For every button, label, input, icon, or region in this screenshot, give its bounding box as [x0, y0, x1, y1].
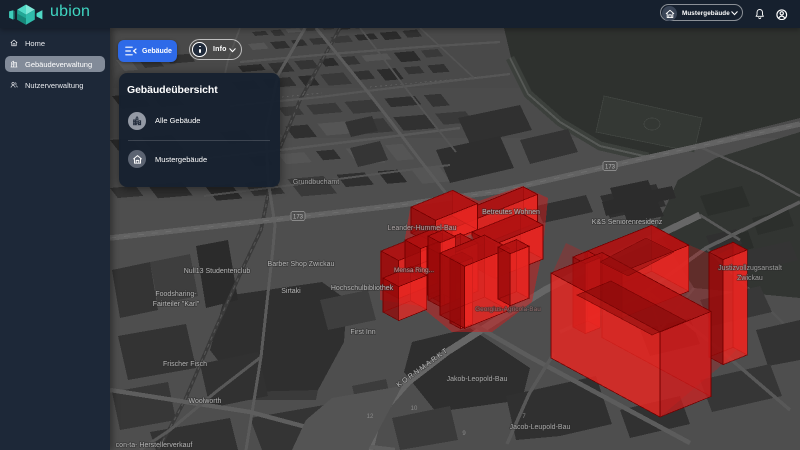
svg-text:Leander-Hummel-Bau: Leander-Hummel-Bau	[388, 225, 457, 232]
svg-text:Hochschulbibliothek: Hochschulbibliothek	[331, 285, 394, 292]
svg-text:Frischer Fisch: Frischer Fisch	[163, 361, 207, 368]
svg-text:173: 173	[605, 165, 616, 171]
svg-text:Jacob-Leupold-Bau: Jacob-Leupold-Bau	[510, 424, 571, 431]
svg-text:Barber Shop Zwickau: Barber Shop Zwickau	[268, 261, 335, 268]
svg-text:Jakob-Leopold-Bau: Jakob-Leopold-Bau	[447, 376, 508, 383]
svg-text:10: 10	[411, 406, 418, 412]
svg-text:Sirtaki: Sirtaki	[281, 288, 301, 295]
svg-text:Georgius-Agricola-Bau: Georgius-Agricola-Bau	[475, 306, 541, 313]
svg-text:12: 12	[367, 414, 374, 420]
svg-text:First Inn: First Inn	[350, 329, 375, 336]
svg-text:Woolworth: Woolworth	[189, 398, 222, 405]
svg-text:Betreutes Wohnen: Betreutes Wohnen	[482, 209, 540, 216]
svg-text:Foodsharing-: Foodsharing-	[155, 291, 197, 298]
svg-text:Justizvollzugsanstalt: Justizvollzugsanstalt	[718, 265, 782, 272]
svg-text:Null13 Studentenclub: Null13 Studentenclub	[184, 268, 251, 275]
svg-text:Zwickau: Zwickau	[737, 275, 763, 282]
svg-text:173: 173	[293, 215, 304, 221]
svg-text:con-ta- Herstellerverkauf: con-ta- Herstellerverkauf	[116, 442, 193, 449]
svg-text:Fairteiler "Karl": Fairteiler "Karl"	[153, 301, 200, 308]
svg-text:Grundbuchamt: Grundbuchamt	[293, 179, 339, 186]
svg-text:Mensa Ring...: Mensa Ring...	[394, 267, 434, 274]
svg-text:K&S Seniorenresidenz: K&S Seniorenresidenz	[592, 219, 663, 226]
